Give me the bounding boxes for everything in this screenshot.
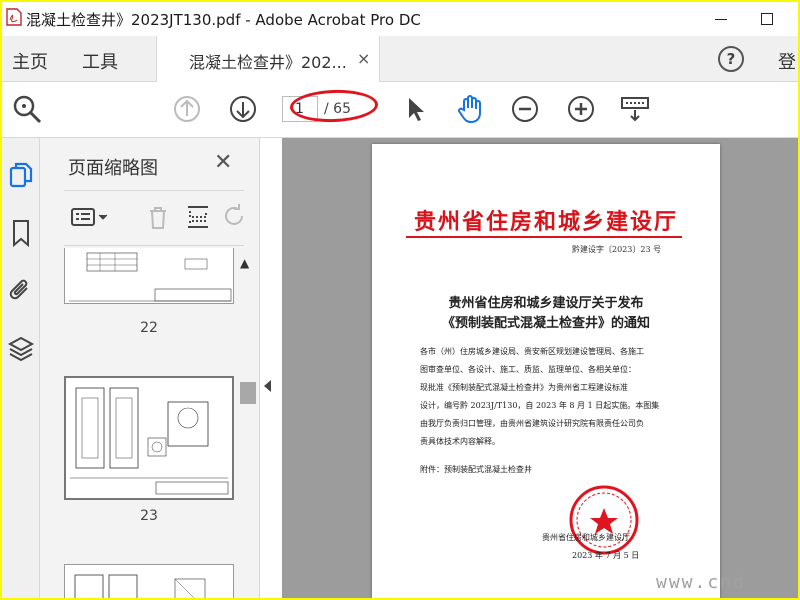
side-rail [2, 138, 40, 598]
notice-heading-line2: 《预制装配式混凝土检查井》的通知 [441, 316, 650, 331]
body-line: 各市（州）住房城乡建设局、贵安新区规划建设管理局、各施工 [420, 347, 644, 356]
document-tab-label: 混凝土检查井》202... [189, 53, 347, 72]
attachment-icon[interactable] [7, 276, 35, 306]
scroll-mode-icon[interactable] [618, 92, 652, 126]
watermark-text: www.cnd [656, 572, 746, 593]
collapse-panel-arrow-icon[interactable] [264, 380, 271, 392]
trash-icon[interactable] [144, 203, 172, 231]
drawing-preview [74, 574, 206, 598]
maximize-button[interactable] [744, 4, 790, 34]
thumbnail-panel: 页面缩略图 ✕ 22 23 ▲ [40, 138, 260, 598]
thumbnail-label: 23 [140, 508, 158, 524]
select-arrow-icon[interactable] [398, 92, 432, 126]
letterhead: 贵州省住房和城乡建设厅 [413, 209, 678, 235]
close-panel-button[interactable]: ✕ [214, 150, 232, 175]
body-line: 图审查单位、各设计、施工、质监、监理单位、各相关单位： [420, 365, 636, 374]
toolbar: 1 / 65 [2, 82, 798, 138]
body-line: 设计，编号黔 2023J/T130，自 2023 年 8 月 1 日起实施。本图… [420, 401, 660, 410]
hand-icon[interactable] [454, 92, 488, 126]
body-line: 现批准《预制装配式混凝土检查井》为贵州省工程建设标准 [420, 383, 628, 392]
zoom-in-icon[interactable] [564, 92, 598, 126]
minimize-button[interactable] [698, 4, 744, 34]
drawing-preview [70, 387, 229, 495]
chevron-up-icon[interactable]: ▲ [240, 256, 249, 270]
app-window: 混凝土检查井》2023JT130.pdf - Adobe Acrobat Pro… [2, 2, 798, 598]
pdf-page: 贵州省住房和城乡建设厅 黔建设字〔2023〕23 号 贵州省住房和城乡建设厅关于… [372, 144, 720, 598]
zoom-search-icon[interactable] [10, 92, 44, 126]
signature-organization: 贵州省住房和城乡建设厅 [542, 533, 630, 542]
thumbnail-label: 22 [140, 320, 158, 336]
tab-tools[interactable]: 工具 [82, 48, 118, 74]
page-number-input[interactable]: 1 [282, 96, 318, 122]
body-line: 附件：预制装配式混凝土检查井 [420, 465, 532, 474]
body-line: 由我厅负责归口管理，由贵州省建筑设计研究院有限责任公司负 [420, 419, 644, 428]
help-button[interactable]: ? [718, 46, 744, 72]
tab-home[interactable]: 主页 [12, 48, 48, 74]
body-line: 责具体技术内容解释。 [420, 437, 500, 446]
page-total: / 65 [324, 101, 351, 117]
bookmark-icon[interactable] [7, 218, 35, 248]
layers-icon[interactable] [7, 334, 35, 364]
document-viewer[interactable]: 贵州省住房和城乡建设厅 黔建设字〔2023〕23 号 贵州省住房和城乡建设厅关于… [282, 138, 798, 598]
drawing-preview [69, 252, 232, 302]
close-tab-button[interactable]: × [357, 49, 370, 68]
document-number: 黔建设字〔2023〕23 号 [572, 245, 662, 254]
page-down-icon[interactable] [226, 92, 260, 126]
official-seal-stamp [569, 485, 639, 555]
tab-bar: 主页 工具 混凝土检查井》202... × ? 登 [2, 36, 798, 82]
page-thumbnails-icon[interactable] [7, 160, 35, 190]
undo-icon[interactable] [220, 203, 248, 231]
thumbnail-page-24[interactable] [64, 564, 234, 598]
window-title: 混凝土检查井》2023JT130.pdf - Adobe Acrobat Pro… [26, 11, 421, 29]
thumbnail-list: 22 23 [64, 248, 234, 598]
scroll-thumb[interactable] [240, 382, 256, 404]
login-link[interactable]: 登 [778, 48, 796, 74]
page-up-icon[interactable] [170, 92, 204, 126]
panel-toolbar [64, 190, 244, 246]
thumbnail-page-23[interactable] [64, 376, 234, 500]
notice-heading-line1: 贵州省住房和城乡建设厅关于发布 [448, 296, 644, 311]
tab-document[interactable]: 混凝土检查井》202... × [156, 36, 380, 82]
insert-page-icon[interactable] [184, 203, 212, 231]
title-bar: 混凝土检查井》2023JT130.pdf - Adobe Acrobat Pro… [2, 2, 798, 36]
panel-title: 页面缩略图 [68, 158, 158, 179]
signature-date: 2023 年 7 月 5 日 [572, 551, 640, 560]
letterhead-rule [406, 236, 682, 238]
options-menu-icon[interactable] [70, 203, 112, 231]
thumbnail-scrollbar[interactable]: ▲ [236, 248, 256, 598]
thumbnail-page-22[interactable] [64, 248, 234, 304]
pdf-file-icon [6, 8, 22, 26]
zoom-out-icon[interactable] [508, 92, 542, 126]
